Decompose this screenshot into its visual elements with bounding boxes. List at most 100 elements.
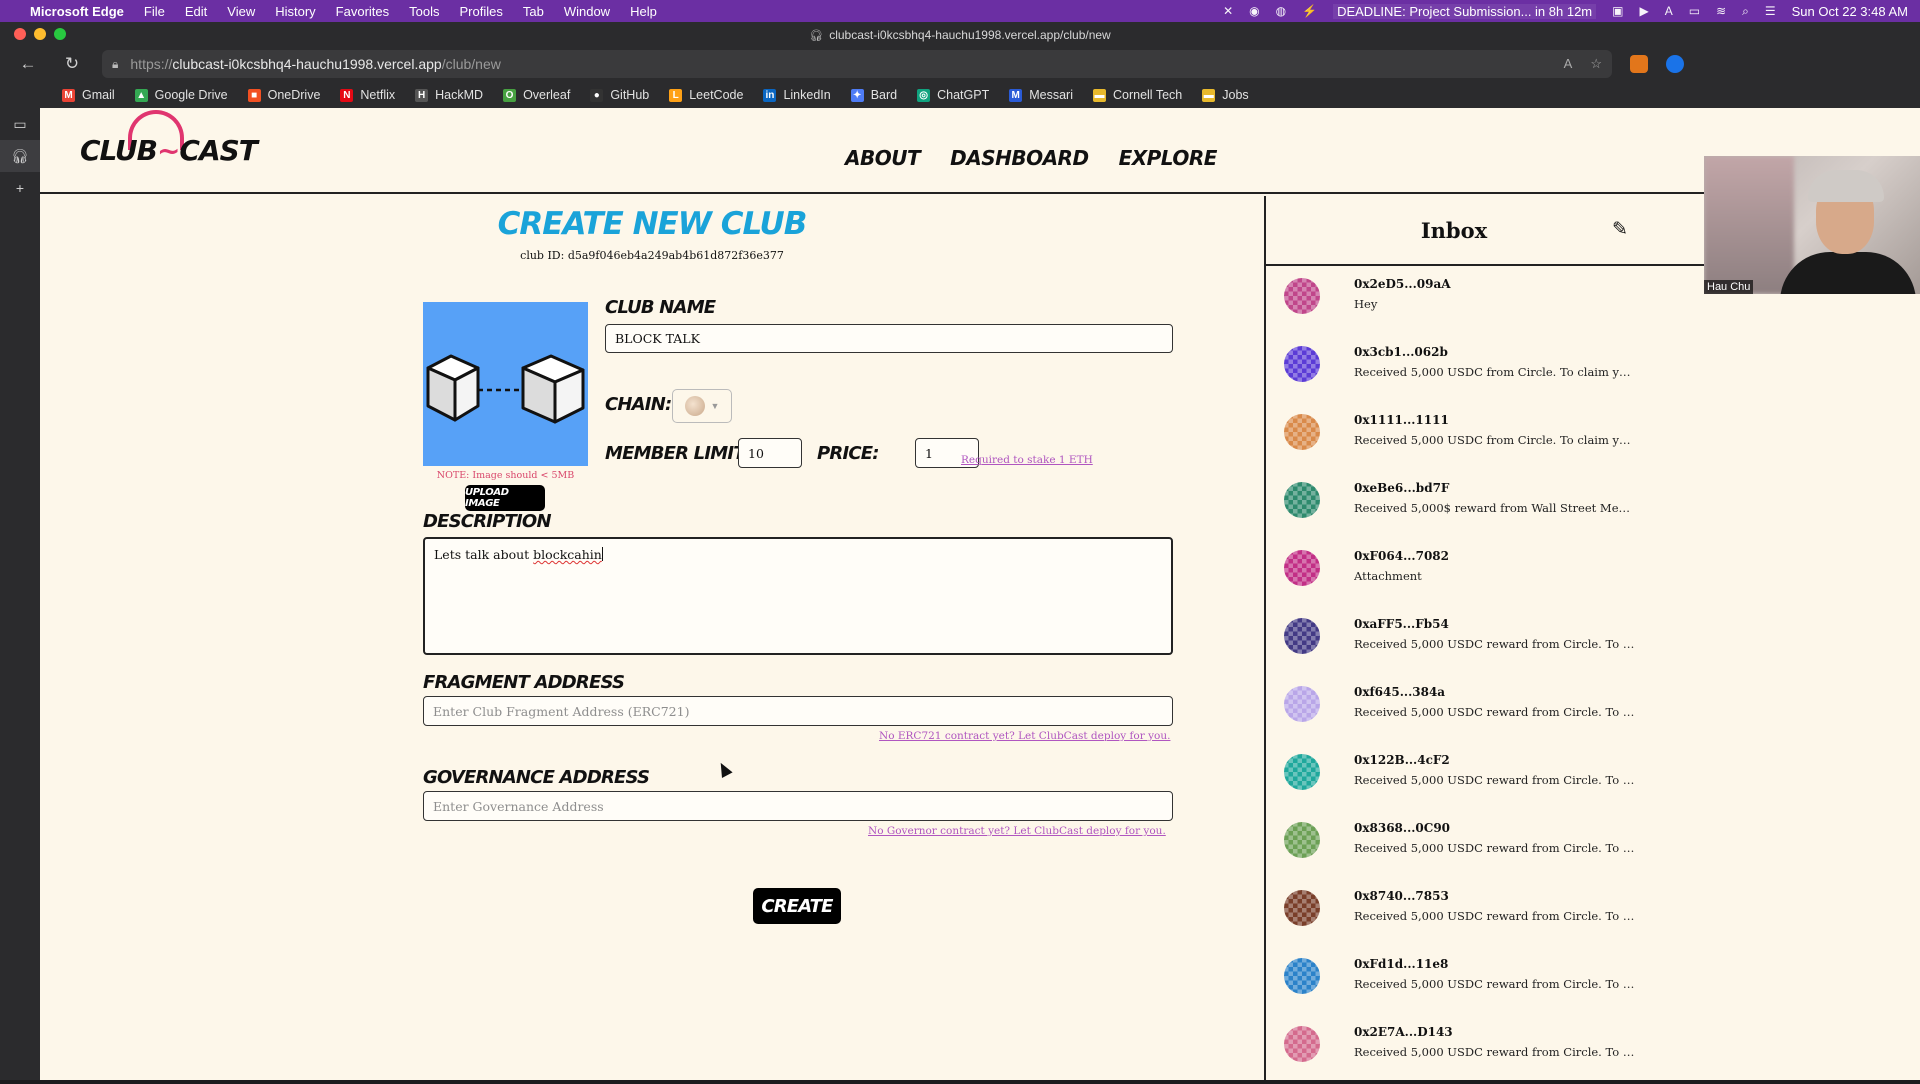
chain-select[interactable]: ▼ (672, 389, 732, 423)
menu-tab[interactable]: Tab (523, 4, 544, 19)
club-name-input[interactable]: BLOCK TALK (605, 324, 1173, 353)
description-textarea[interactable]: Lets talk about blockcahin (423, 537, 1173, 655)
bookmark-label: Bard (870, 88, 898, 102)
bookmark-icon: L (669, 88, 683, 102)
conversation-item[interactable]: 0x8368...0C90 Received 5,000 USDC reward … (1266, 812, 1642, 880)
bookmark-icon: ▬ (1202, 88, 1216, 102)
bookmark-github[interactable]: ● GitHub (590, 88, 649, 102)
deploy-governor-link[interactable]: No Governor contract yet? Let ClubCast d… (868, 825, 1166, 837)
battery-icon[interactable]: ▭ (1689, 4, 1700, 18)
bookmark-icon: M (1009, 88, 1023, 102)
tab-actions-icon[interactable]: ▭ (0, 108, 40, 140)
nav-dashboard[interactable]: DASHBOARD (950, 146, 1089, 170)
mute-icon[interactable]: ✕ (1223, 4, 1233, 18)
conversation-item[interactable]: 0x8740...7853 Received 5,000 USDC reward … (1266, 880, 1642, 948)
member-limit-input[interactable]: 10 (738, 438, 802, 468)
avatar (1284, 958, 1320, 994)
menu-window[interactable]: Window (564, 4, 610, 19)
back-icon[interactable]: ← (14, 50, 42, 78)
bookmark-netflix[interactable]: N Netflix (340, 88, 395, 102)
menu-history[interactable]: History (275, 4, 315, 19)
metamask-extension-icon[interactable] (1630, 55, 1648, 73)
avatar (1284, 414, 1320, 450)
bookmark-icon: H (415, 88, 429, 102)
control-center-icon[interactable]: ☰ (1765, 4, 1776, 18)
bookmark-bard[interactable]: ✦ Bard (850, 88, 898, 102)
bolt-icon[interactable]: ⚡ (1302, 4, 1317, 18)
conversation-preview: Received 5,000 USDC from Circle. To clai… (1354, 433, 1636, 447)
chat-icon[interactable]: ◍ (1276, 4, 1286, 18)
conversation-item[interactable]: 0x3cb1...062b Received 5,000 USDC from Ci… (1266, 336, 1642, 404)
governance-address-input[interactable]: Enter Governance Address (423, 791, 1173, 821)
site-logo[interactable]: CLUB~CAST (80, 134, 258, 167)
bookmark-cornell-tech[interactable]: ▬ Cornell Tech (1092, 88, 1182, 102)
deploy-erc721-link[interactable]: No ERC721 contract yet? Let ClubCast dep… (879, 730, 1170, 742)
fragment-address-input[interactable]: Enter Club Fragment Address (ERC721) (423, 696, 1173, 726)
bookmark-onedrive[interactable]: ■ OneDrive (247, 88, 320, 102)
conversation-item[interactable]: 0xFd1d...11e8 Received 5,000 USDC reward … (1266, 948, 1642, 1016)
bookmark-leetcode[interactable]: L LeetCode (669, 88, 743, 102)
conversation-item[interactable]: 0xaFF5...Fb54 Received 5,000 USDC reward … (1266, 608, 1642, 676)
bookmark-label: GitHub (610, 88, 650, 102)
address-bar[interactable]: 🔒︎ https://clubcast-i0kcsbhq4-hauchu1998… (102, 50, 1612, 78)
webcam-person-body (1780, 252, 1916, 294)
conversation-item[interactable]: 0xF064...7082 Attachment (1266, 540, 1642, 608)
conversation-item[interactable]: 0x122B...4cF2 Received 5,000 USDC reward … (1266, 744, 1642, 812)
active-tab-title[interactable]: 🎧︎ clubcast-i0kcsbhq4-hauchu1998.vercel.a… (0, 28, 1920, 42)
bookmark-overleaf[interactable]: O Overleaf (503, 88, 570, 102)
search-icon[interactable]: ⌕ (1742, 4, 1749, 19)
wifi-icon[interactable]: ≋ (1716, 4, 1726, 18)
fragment-address-label: FRAGMENT ADDRESS (423, 672, 625, 693)
conversation-item[interactable]: 0xf645...384a Received 5,000 USDC reward … (1266, 676, 1642, 744)
nav-explore[interactable]: EXPLORE (1119, 146, 1218, 170)
avatar (1284, 618, 1320, 654)
bookmark-label: Jobs (1222, 88, 1249, 102)
deadline-status[interactable]: DEADLINE: Project Submission... in 8h 12… (1333, 3, 1597, 19)
nav-about[interactable]: ABOUT (845, 146, 921, 170)
menu-tools[interactable]: Tools (409, 4, 439, 19)
menu-help[interactable]: Help (630, 4, 657, 19)
menu-favorites[interactable]: Favorites (336, 4, 389, 19)
clock[interactable]: Sun Oct 22 3:48 AM (1792, 4, 1908, 19)
battery-app-icon[interactable]: ▣ (1612, 4, 1623, 18)
bookmark-google-drive[interactable]: ▲ Google Drive (134, 88, 228, 102)
extension-icon[interactable] (1666, 55, 1684, 73)
conversation-item[interactable]: 0x2eD5...09aA Hey (1266, 268, 1642, 336)
bookmark-gmail[interactable]: M Gmail (62, 88, 115, 102)
tab-clubcast-icon[interactable]: 🎧︎ (0, 140, 40, 172)
create-button[interactable]: CREATE (753, 888, 841, 924)
bookmark-hackmd[interactable]: H HackMD (415, 88, 483, 102)
menu-edit[interactable]: Edit (185, 4, 207, 19)
page-title: CREATE NEW CLUB (497, 206, 808, 242)
refresh-icon[interactable]: ↻ (58, 50, 86, 78)
menu-profiles[interactable]: Profiles (460, 4, 503, 19)
conversation-item[interactable]: 0x2E7A...D143 Received 5,000 USDC reward … (1266, 1016, 1642, 1084)
screen-record-icon[interactable]: ◉ (1249, 4, 1259, 18)
upload-image-button[interactable]: UPLOAD IMAGE (465, 485, 545, 511)
stake-requirement-link[interactable]: Required to stake 1 ETH (961, 454, 1093, 466)
input-source-icon[interactable]: A (1665, 4, 1673, 18)
play-icon[interactable]: ▶ (1639, 4, 1648, 18)
conversation-item[interactable]: 0xeBe6...bd7F Received 5,000$ reward from… (1266, 472, 1642, 540)
avatar (1284, 686, 1320, 722)
conversation-address: 0x8740...7853 (1354, 889, 1449, 903)
bookmark-jobs[interactable]: ▬ Jobs (1202, 88, 1249, 102)
lock-icon[interactable]: 🔒︎ (112, 57, 118, 72)
new-tab-icon[interactable]: + (0, 172, 40, 204)
favorite-star-icon[interactable]: ☆ (1590, 56, 1602, 72)
app-menu[interactable]: Microsoft Edge (30, 4, 124, 19)
read-aloud-icon[interactable]: A (1564, 56, 1573, 72)
compose-icon[interactable]: ✎ (1612, 218, 1628, 241)
bookmark-linkedin[interactable]: in LinkedIn (763, 88, 831, 102)
logo-text-cast: CAST (179, 134, 257, 167)
bookmark-icon: O (503, 88, 517, 102)
bookmark-label: Netflix (360, 88, 396, 102)
bookmark-chatgpt[interactable]: ◎ ChatGPT (917, 88, 989, 102)
bookmark-messari[interactable]: M Messari (1009, 88, 1073, 102)
blockchain-cubes-icon (426, 354, 585, 424)
conversation-item[interactable]: 0x1111...1111 Received 5,000 USDC from Ci… (1266, 404, 1642, 472)
bookmarks-bar: M Gmail ▲ Google Drive ■ OneDrive N Netflix H Hac… (0, 82, 1920, 108)
macos-menu-bar: Microsoft Edge File Edit View History Fa… (0, 0, 1920, 22)
menu-file[interactable]: File (144, 4, 165, 19)
menu-view[interactable]: View (227, 4, 255, 19)
